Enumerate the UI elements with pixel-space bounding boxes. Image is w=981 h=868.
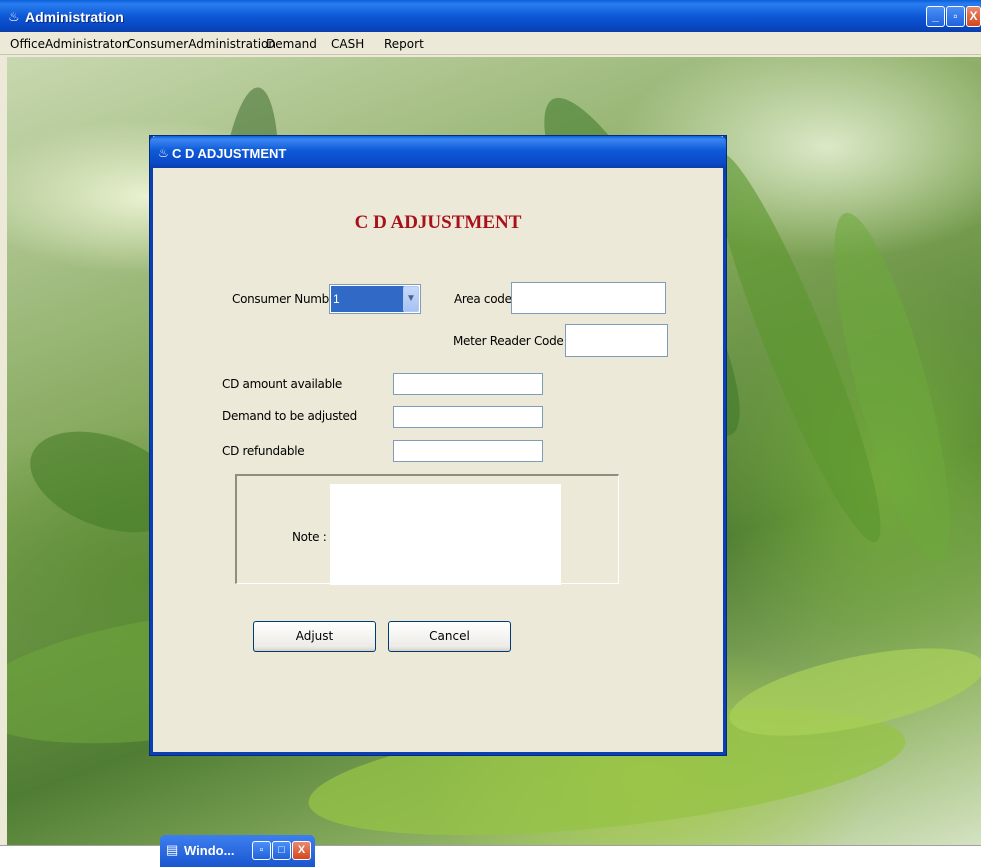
cd-amount-available-label: CD amount available (222, 377, 343, 391)
cd-adjustment-dialog: ♨ C D ADJUSTMENT C D ADJUSTMENT Consumer… (150, 136, 726, 755)
java-cup-icon: ♨ (8, 9, 20, 24)
close-button[interactable]: X (966, 6, 981, 27)
consumer-number-combo[interactable]: 1 ▼ (329, 284, 421, 314)
dialog-title-bar[interactable]: ♨ C D ADJUSTMENT (150, 136, 726, 168)
menu-demand[interactable]: Demand (266, 37, 317, 51)
menu-report[interactable]: Report (384, 37, 424, 51)
demand-to-adjust-label: Demand to be adjusted (222, 409, 357, 423)
window-title: Administration (25, 9, 124, 25)
cd-amount-available-input[interactable] (393, 373, 543, 395)
menu-office-administration[interactable]: OfficeAdministraton (10, 37, 130, 51)
cd-refundable-input[interactable] (393, 440, 543, 462)
consumer-number-value: 1 (331, 286, 404, 312)
dialog-title: C D ADJUSTMENT (172, 146, 287, 161)
chevron-down-icon[interactable]: ▼ (403, 286, 419, 312)
menu-cash[interactable]: CASH (331, 37, 364, 51)
meter-reader-code-label: Meter Reader Code (453, 334, 564, 348)
consumer-number-label: Consumer Number (232, 292, 341, 306)
maximize-button[interactable]: □ (272, 841, 291, 860)
minimized-window-title: Windo... (184, 843, 235, 858)
minimized-window[interactable]: ▤ Windo... ▫ □ X (160, 835, 315, 867)
main-title-bar[interactable]: ♨ Administration _ ▫ X (0, 0, 981, 32)
note-label: Note : (292, 530, 327, 544)
note-panel: Note : (235, 474, 619, 585)
status-bar (0, 845, 981, 868)
menu-bar: OfficeAdministraton ConsumerAdministrati… (0, 32, 981, 55)
demand-to-adjust-input[interactable] (393, 406, 543, 428)
cancel-button[interactable]: Cancel (388, 621, 511, 652)
adjust-button[interactable]: Adjust (253, 621, 376, 652)
java-cup-icon: ♨ (158, 146, 169, 160)
form-heading: C D ADJUSTMENT (354, 212, 522, 233)
area-code-input[interactable] (511, 282, 666, 314)
note-textarea[interactable] (330, 484, 561, 585)
window-icon: ▤ (166, 842, 179, 857)
minimize-button[interactable]: _ (926, 6, 945, 27)
area-code-label: Area code (454, 292, 512, 306)
meter-reader-code-input[interactable] (565, 324, 668, 357)
close-button[interactable]: X (292, 841, 311, 860)
cd-refundable-label: CD refundable (222, 444, 305, 458)
restore-button[interactable]: ▫ (946, 6, 965, 27)
restore-button[interactable]: ▫ (252, 841, 271, 860)
menu-consumer-administration[interactable]: ConsumerAdministration (127, 37, 276, 51)
